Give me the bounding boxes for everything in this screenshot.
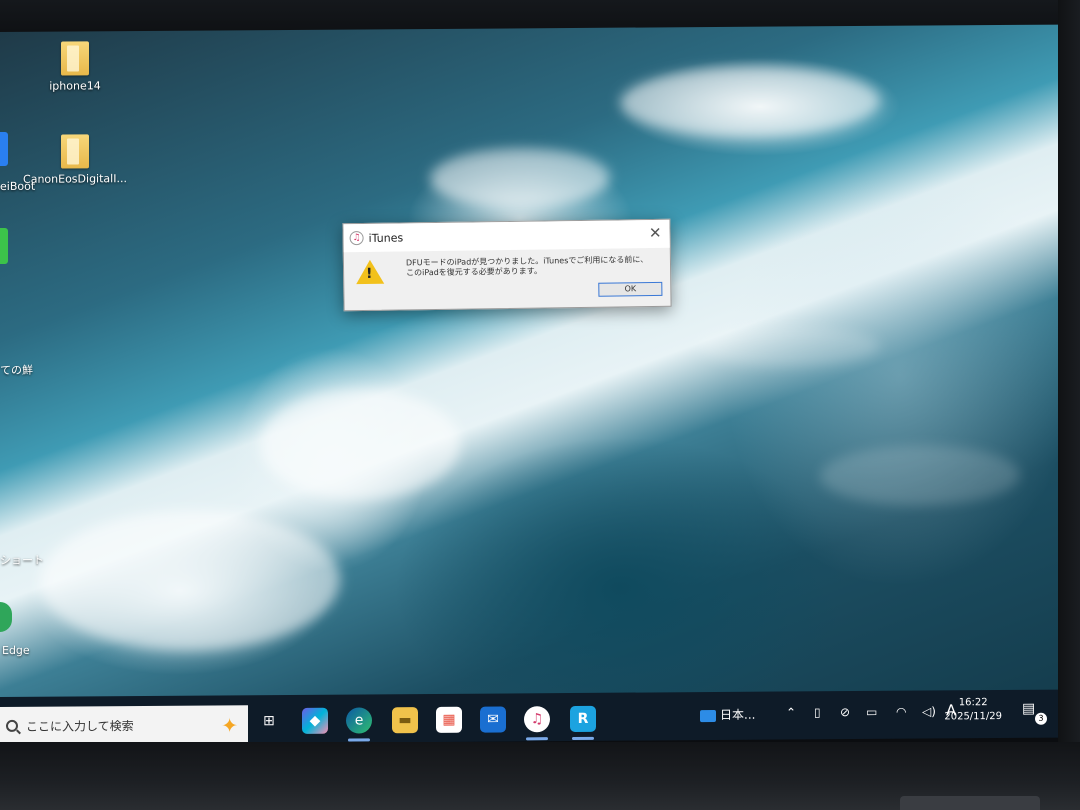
itunes-dialog: ♫ iTunes ✕ ! DFUモードのiPadが見つかりました。iTunesで… <box>342 218 672 312</box>
task-view-icon[interactable]: ⊞ <box>256 708 282 734</box>
volume-icon[interactable]: ◁) <box>922 704 936 718</box>
taskbar: ここに入力して検索 ✦ ⊞ ◆ e ▬ ▦ ✉ ♫ R 日本... ⌃ ▯ ⊘ … <box>0 689 1062 745</box>
wifi-icon[interactable]: ◠ <box>896 705 906 719</box>
search-highlight-icon: ✦ <box>221 713 238 738</box>
search-icon <box>6 719 18 732</box>
clock[interactable]: 16:22 2025/11/29 <box>944 696 1002 724</box>
file-explorer-icon[interactable]: ▬ <box>392 707 418 734</box>
dialog-title: iTunes <box>368 230 404 245</box>
desktop-icon-label: CanonEosDigitalI... <box>23 172 127 186</box>
outlook-icon[interactable]: ✉ <box>480 706 506 733</box>
warning-exclamation: ! <box>365 265 373 282</box>
dialog-titlebar[interactable]: ♫ iTunes ✕ <box>343 219 670 253</box>
language-label: 日本... <box>720 707 756 722</box>
monitor-bezel-right <box>1058 0 1080 810</box>
desktop-icon-label: iphone14 <box>49 79 101 93</box>
clock-time: 16:22 <box>958 697 988 709</box>
language-indicator[interactable]: 日本... <box>700 706 755 723</box>
keyboard-icon <box>700 709 716 722</box>
cutoff-icon-label: Edge <box>2 643 30 657</box>
close-button[interactable]: ✕ <box>649 224 662 242</box>
battery-icon[interactable]: ▭ <box>866 705 877 719</box>
monitor-stand <box>900 796 1040 810</box>
notification-button[interactable]: ▤ 3 <box>1022 700 1047 725</box>
cutoff-icon-label: ショート <box>0 553 44 567</box>
notification-icon: ▤ <box>1022 700 1036 717</box>
clock-date: 2025/11/29 <box>944 711 1002 723</box>
store-icon[interactable]: ▦ <box>436 706 462 733</box>
ok-button[interactable]: OK <box>598 281 663 297</box>
edge-desktop-icon[interactable] <box>0 601 12 632</box>
edge-icon[interactable]: e <box>346 707 372 734</box>
search-input[interactable]: ここに入力して検索 ✦ <box>0 705 248 745</box>
dialog-message: DFUモードのiPadが見つかりました。iTunesでご利用になる前に、このiP… <box>405 255 649 278</box>
chevron-up-icon[interactable]: ⌃ <box>786 705 796 719</box>
desktop-icon-canon[interactable]: CanonEosDigitalI... <box>20 134 130 186</box>
cutoff-icon-label: ての鮮 <box>0 363 33 377</box>
desktop-icon-iphone14[interactable]: iphone14 <box>20 41 130 93</box>
desktop-wallpaper: iphone14 CanonEosDigitalI... eiBoot ての鮮 … <box>0 24 1062 743</box>
itunes-icon: ♫ <box>349 231 364 246</box>
folder-icon <box>61 134 89 169</box>
itunes-taskbar-icon[interactable]: ♫ <box>524 706 550 733</box>
cutoff-icon-label: eiBoot <box>0 179 36 193</box>
search-placeholder: ここに入力して検索 <box>26 718 134 734</box>
notification-badge: 3 <box>1035 712 1047 725</box>
folder-icon <box>61 41 89 76</box>
cutoff-app-icon[interactable] <box>0 131 8 166</box>
device-icon[interactable]: ▯ <box>814 705 821 719</box>
app-r-icon[interactable]: R <box>570 705 596 733</box>
cutoff-app-icon[interactable] <box>0 227 8 264</box>
muted-meet-icon[interactable]: ⊘ <box>840 705 850 719</box>
copilot-icon[interactable]: ◆ <box>302 707 328 734</box>
